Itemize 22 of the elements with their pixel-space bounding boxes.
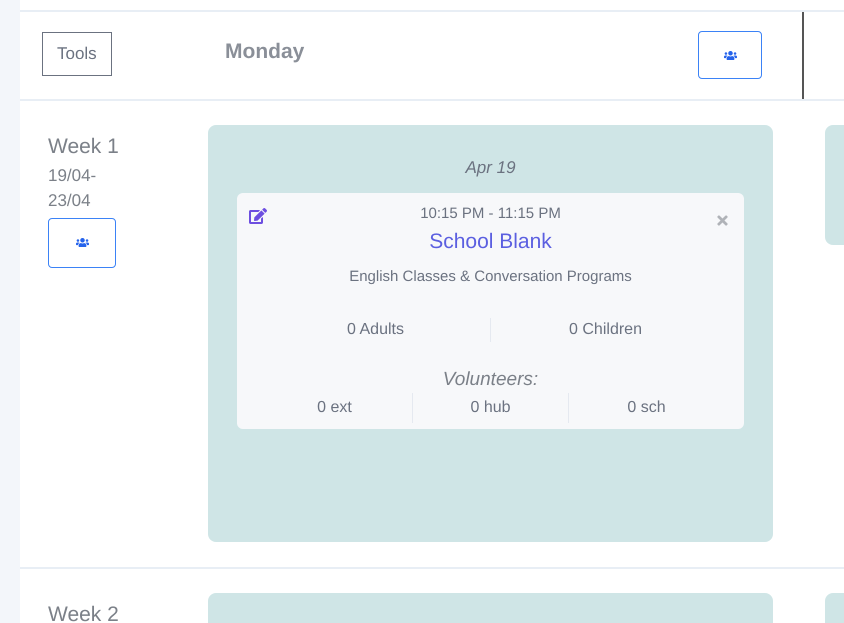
edit-icon[interactable]	[249, 206, 267, 224]
volunteer-count: 0 ext	[316, 398, 353, 418]
tools-button[interactable]: Tools	[42, 32, 112, 76]
day-heading: Monday	[225, 39, 304, 65]
week-label: Week 1	[48, 134, 120, 160]
week-range-end: 23/04	[48, 190, 92, 212]
group-icon	[76, 236, 88, 249]
close-icon[interactable]	[715, 212, 730, 228]
attendance-count: 0 Children	[490, 318, 720, 342]
volunteer-count: 0 hub	[412, 392, 568, 423]
program-name: English Classes & Conversation Programs	[348, 266, 633, 286]
group-button[interactable]	[48, 218, 116, 268]
event-time: 10:15 PM - 11:15 PM	[420, 204, 561, 224]
week-label: Week 2	[48, 602, 120, 623]
volunteer-count: 0 sch	[568, 392, 724, 423]
day-date: Apr 19	[464, 157, 517, 179]
event-title[interactable]: School Blank	[249, 226, 732, 258]
week-range-start: 19/04-	[48, 164, 98, 186]
volunteers-label: Volunteers:	[442, 368, 540, 392]
group-icon	[724, 48, 736, 62]
attendance-count: 0 Adults	[346, 320, 405, 340]
group-button[interactable]	[698, 31, 762, 79]
